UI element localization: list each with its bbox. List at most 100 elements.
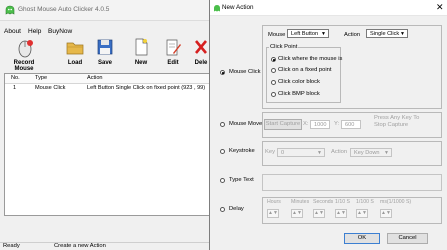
keystroke-action-select[interactable]: Key Down ▼ [350, 148, 392, 157]
chevron-down-icon: ▼ [400, 31, 405, 37]
delay-ms-stepper[interactable]: ▲▼ [380, 209, 392, 218]
menu-bar: About Help BuyNow [0, 23, 215, 35]
floppy-disk-icon [97, 39, 113, 55]
save-label: Save [97, 60, 112, 66]
status-ready: Ready [3, 243, 20, 249]
app-title-bar: Ghost Mouse Auto Clicker 4.0.5 [0, 0, 215, 21]
mouse-move-label: Mouse Move [229, 121, 263, 127]
mouse-click-label: Mouse Click [229, 69, 261, 75]
load-label: Load [67, 60, 83, 66]
status-bar: Ready Create a new Action [0, 242, 215, 250]
type-text-input[interactable] [262, 174, 442, 191]
delay-ms-label: ms(1/1000 S) [380, 199, 412, 205]
delay-seconds-stepper[interactable]: ▲▼ [313, 209, 325, 218]
click-fixed-point-radio[interactable] [271, 68, 276, 73]
row-type: Mouse Click [35, 85, 66, 91]
edit-label: Edit [167, 60, 179, 66]
click-fixed-point-label: Click on a fixed point [278, 67, 332, 73]
mouse-move-radio[interactable] [220, 122, 225, 127]
delay-tenths-stepper[interactable]: ▲▼ [335, 209, 347, 218]
new-action-dialog: New Action ✕ Mouse Click Mouse Left Butt… [209, 0, 447, 250]
cancel-button[interactable]: Cancel [387, 233, 428, 244]
key-label: Key [265, 149, 275, 155]
delay-tenths-label: 1/10 S [335, 199, 350, 205]
type-text-radio[interactable] [220, 178, 225, 183]
edit-icon [166, 39, 181, 56]
ok-button[interactable]: OK [344, 233, 380, 244]
chevron-down-icon: ▼ [317, 150, 322, 156]
y-coordinate-value: 600 [345, 122, 355, 128]
delay-label: Delay [229, 206, 244, 212]
click-point-label: Click Point [269, 44, 299, 50]
toolbar: Record Mouse Load Save New Edit Dele [0, 36, 215, 72]
type-text-label: Type Text [229, 177, 254, 183]
start-capture-button[interactable]: Start Capture [264, 119, 302, 130]
mouse-button-label: Mouse [268, 32, 286, 38]
dialog-title: New Action [222, 4, 254, 11]
folder-icon [66, 42, 84, 55]
app-title: Ghost Mouse Auto Clicker 4.0.5 [18, 6, 110, 13]
keystroke-action-value: Key Down [354, 150, 380, 156]
x-coordinate-input[interactable]: 1000 [310, 120, 330, 129]
click-color-block-radio[interactable] [271, 80, 276, 85]
menu-buynow[interactable]: BuyNow [48, 28, 72, 35]
delay-minutes-stepper[interactable]: ▲▼ [291, 209, 303, 218]
load-button[interactable]: Load [58, 36, 92, 72]
row-no: 1 [13, 85, 17, 91]
ghost-app-icon [5, 5, 15, 15]
mouse-button-value: Left Button [291, 31, 319, 37]
action-list[interactable]: No. Type Action 1 Mouse Click Left Butto… [4, 73, 216, 216]
click-bmp-block-radio[interactable] [271, 92, 276, 97]
x-coordinate-value: 1000 [314, 122, 327, 128]
record-mouse-button[interactable]: Record Mouse [4, 36, 44, 72]
column-header-action[interactable]: Action [87, 75, 103, 81]
key-value: 0 [281, 150, 285, 156]
list-header: No. Type Action [5, 74, 216, 84]
delay-hours-label: Hours [267, 199, 281, 205]
click-where-mouse-radio[interactable] [271, 57, 276, 62]
keystroke-label: Keystroke [229, 148, 255, 154]
new-document-icon [135, 38, 148, 56]
y-label: Y: [334, 121, 340, 127]
y-coordinate-input[interactable]: 600 [341, 120, 361, 129]
chevron-down-icon: ▼ [321, 31, 326, 37]
delay-hundredths-stepper[interactable]: ▲▼ [356, 209, 368, 218]
delay-seconds-label: Seconds [313, 199, 334, 205]
mouse-click-radio[interactable] [220, 70, 225, 75]
click-action-value: Single Click [370, 31, 400, 37]
delay-group [262, 197, 442, 224]
click-action-select[interactable]: Single Click ▼ [366, 29, 408, 38]
save-button[interactable]: Save [88, 36, 122, 72]
click-color-block-label: Click color block [278, 79, 320, 85]
menu-about[interactable]: About [4, 28, 21, 35]
record-mouse-label: Record Mouse [13, 60, 35, 72]
keystroke-action-label: Action [331, 149, 348, 155]
x-label: X: [303, 121, 309, 127]
delay-radio[interactable] [220, 207, 225, 212]
keystroke-radio[interactable] [220, 149, 225, 154]
key-select[interactable]: 0 ▼ [277, 148, 325, 157]
ghost-app-icon [214, 5, 220, 12]
new-button[interactable]: New [124, 36, 158, 72]
row-action: Left Button Single Click on fixed point … [87, 85, 206, 91]
menu-help[interactable]: Help [28, 28, 41, 35]
close-icon[interactable]: ✕ [436, 2, 444, 13]
click-bmp-block-label: Click BMP block [278, 91, 320, 97]
capture-hint: Press Any Key To Stop Capture [374, 115, 420, 128]
dialog-title-bar: New Action ✕ [210, 0, 447, 16]
chevron-down-icon: ▼ [384, 150, 389, 156]
delete-icon [195, 40, 207, 54]
new-label: New [134, 60, 148, 66]
edit-button[interactable]: Edit [156, 36, 190, 72]
click-where-mouse-label: Click where the mouse is [278, 56, 343, 62]
column-header-type[interactable]: Type [35, 75, 47, 81]
click-action-label: Action [344, 32, 361, 38]
column-header-no[interactable]: No. [11, 75, 20, 81]
mouse-button-select[interactable]: Left Button ▼ [287, 29, 329, 38]
status-message: Create a new Action [54, 243, 106, 249]
record-mouse-icon [18, 40, 33, 58]
table-row[interactable]: 1 Mouse Click Left Button Single Click o… [5, 84, 216, 93]
delay-hours-stepper[interactable]: ▲▼ [267, 209, 279, 218]
delay-hundredths-label: 1/100 S [356, 199, 374, 205]
app-window: Ghost Mouse Auto Clicker 4.0.5 About Hel… [0, 0, 216, 250]
